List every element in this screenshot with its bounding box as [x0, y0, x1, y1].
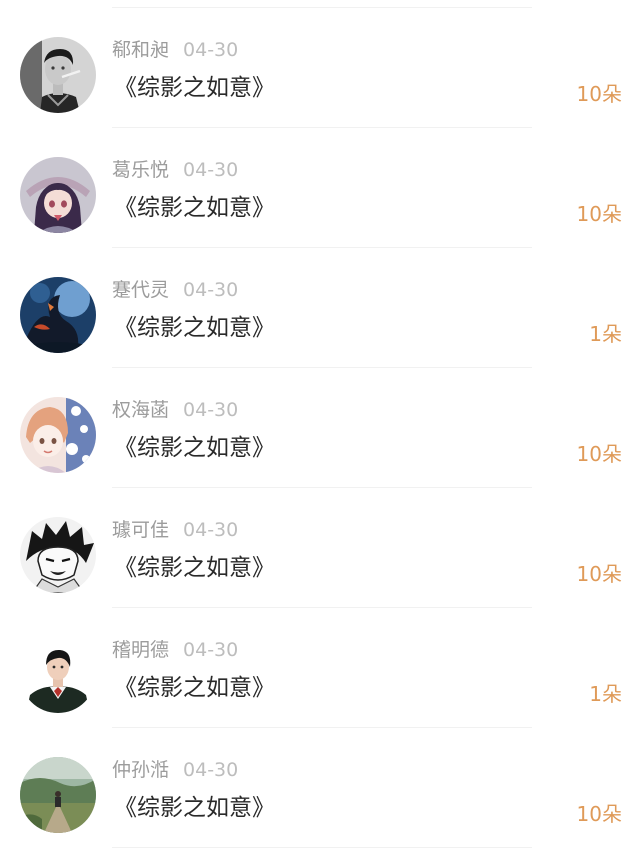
gift-work-title: 《综影之如意》: [114, 195, 275, 221]
send-date: 04-30: [183, 39, 239, 61]
sender-meta: 璩可佳 04-30: [112, 517, 238, 543]
gift-work-title: 《综影之如意》: [114, 315, 275, 341]
sender-name: 蹇代灵: [112, 279, 170, 301]
list-item[interactable]: 郗和昶 04-30 《综影之如意》 10朵: [0, 8, 640, 128]
gift-work-title: 《综影之如意》: [114, 675, 275, 701]
list-item[interactable]: 璩可佳 04-30 《综影之如意》 10朵: [0, 488, 640, 608]
avatar-landscape-photo-icon[interactable]: [20, 757, 96, 833]
sender-meta: 稽明德 04-30: [112, 637, 238, 663]
list-item[interactable]: 稽明德 04-30 《综影之如意》 1朵: [0, 608, 640, 728]
row-divider: [112, 847, 532, 848]
gift-work-title: 《综影之如意》: [114, 555, 275, 581]
sender-meta: 葛乐悦 04-30: [112, 157, 238, 183]
sender-name: 璩可佳: [112, 519, 170, 541]
sender-name: 郗和昶: [112, 39, 170, 61]
sender-meta: 仲孙湉 04-30: [112, 757, 238, 783]
avatar-man-smoking-icon[interactable]: [20, 37, 96, 113]
gift-work-title: 《综影之如意》: [114, 435, 275, 461]
sender-name: 葛乐悦: [112, 159, 170, 181]
avatar-dragon-art-icon[interactable]: [20, 277, 96, 353]
avatar-anime-girl-icon[interactable]: [20, 157, 96, 233]
list-item[interactable]: 葛乐悦 04-30 《综影之如意》 10朵: [0, 128, 640, 248]
sender-meta: 权海菡 04-30: [112, 397, 238, 423]
flower-count: 10朵: [576, 802, 622, 826]
avatar-young-man-icon[interactable]: [20, 637, 96, 713]
sender-meta: 蹇代灵 04-30: [112, 277, 238, 303]
gift-work-title: 《综影之如意》: [114, 795, 275, 821]
list-item[interactable]: 权海菡 04-30 《综影之如意》 10朵: [0, 368, 640, 488]
list-item[interactable]: 蹇代灵 04-30 《综影之如意》 1朵: [0, 248, 640, 368]
flower-count: 10朵: [576, 202, 622, 226]
send-date: 04-30: [183, 759, 239, 781]
gift-work-title: 《综影之如意》: [114, 75, 275, 101]
avatar-anime-girl-flowers-icon[interactable]: [20, 397, 96, 473]
flower-count: 10朵: [576, 442, 622, 466]
flower-count: 1朵: [589, 322, 622, 346]
sender-name: 权海菡: [112, 399, 170, 421]
flower-count: 10朵: [576, 82, 622, 106]
send-date: 04-30: [183, 159, 239, 181]
sender-meta: 郗和昶 04-30: [112, 37, 238, 63]
send-date: 04-30: [183, 279, 239, 301]
send-date: 04-30: [183, 399, 239, 421]
sender-name: 仲孙湉: [112, 759, 170, 781]
gift-list: 郗和昶 04-30 《综影之如意》 10朵 葛乐悦 04-30 《综影之如意》 10…: [0, 0, 640, 855]
send-date: 04-30: [183, 639, 239, 661]
flower-count: 10朵: [576, 562, 622, 586]
send-date: 04-30: [183, 519, 239, 541]
sender-name: 稽明德: [112, 639, 170, 661]
avatar-manga-boy-icon[interactable]: [20, 517, 96, 593]
flower-count: 1朵: [589, 682, 622, 706]
list-item[interactable]: 仲孙湉 04-30 《综影之如意》 10朵: [0, 728, 640, 848]
